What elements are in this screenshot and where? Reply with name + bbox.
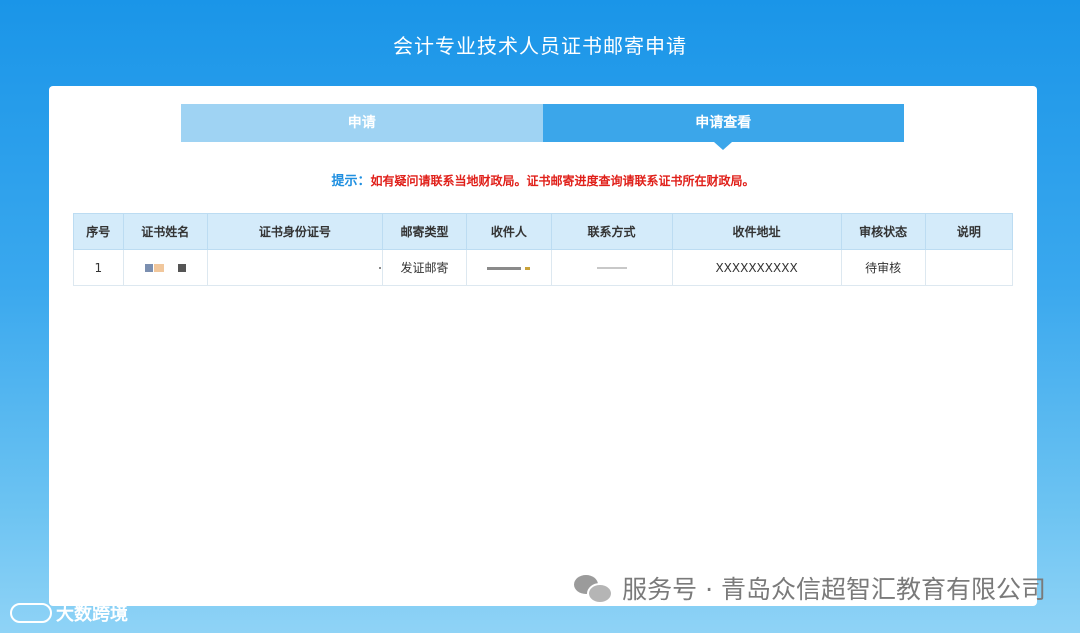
- table-row[interactable]: 1 发证邮寄 XXXXXXXXXX 待审核: [73, 249, 1014, 286]
- corner-logo-text: 大数跨境: [56, 604, 128, 625]
- redacted-mark: [144, 264, 153, 272]
- active-tab-caret-icon: [714, 142, 733, 150]
- notice-label: 提示：: [331, 174, 371, 189]
- table-header-row: 序号 证书姓名 证书身份证号 邮寄类型 收件人 联系方式 收件地址 审核状态 说…: [73, 213, 1014, 250]
- col-header-mail-type: 邮寄类型: [381, 213, 468, 250]
- notice: 提示：如有疑问请联系当地财政局。证书邮寄进度查询请联系证书所在财政局。: [49, 170, 1037, 189]
- tab-bar: 申请 申请查看: [181, 104, 904, 150]
- col-header-note: 说明: [924, 213, 1014, 250]
- cell-seq: 1: [73, 249, 124, 286]
- col-header-seq: 序号: [73, 213, 124, 250]
- col-header-contact: 联系方式: [550, 213, 673, 250]
- cell-mail-type: 发证邮寄: [381, 249, 468, 286]
- cell-address: XXXXXXXXXX: [671, 249, 842, 286]
- main-panel: 申请 申请查看 提示：如有疑问请联系当地财政局。证书邮寄进度查询请联系证书所在财…: [49, 86, 1037, 606]
- watermark-text: 服务号 · 青岛众信超智汇教育有限公司: [622, 575, 1046, 604]
- col-header-address: 收件地址: [671, 213, 842, 250]
- notice-text: 如有疑问请联系当地财政局。证书邮寄进度查询请联系证书所在财政局。: [370, 174, 755, 188]
- tab-apply-view[interactable]: 申请查看: [542, 104, 904, 150]
- col-header-id-number: 证书身份证号: [206, 213, 383, 250]
- cell-recipient: [466, 249, 552, 286]
- col-header-recipient: 收件人: [466, 213, 552, 250]
- redacted-mark: [487, 266, 522, 270]
- cell-status: 待审核: [840, 249, 926, 286]
- col-header-name: 证书姓名: [122, 213, 208, 250]
- page-title: 会计专业技术人员证书邮寄申请: [393, 34, 687, 58]
- cell-name: [122, 249, 208, 286]
- application-table: 序号 证书姓名 证书身份证号 邮寄类型 收件人 联系方式 收件地址 审核状态 说…: [73, 213, 1014, 286]
- redacted-mark: [177, 264, 186, 272]
- col-header-status: 审核状态: [840, 213, 926, 250]
- redacted-mark: [378, 267, 381, 269]
- cell-note: [924, 249, 1014, 286]
- wechat-icon: [574, 573, 614, 604]
- corner-logo: 大数跨境: [10, 600, 128, 626]
- tab-apply-view-label: 申请查看: [695, 115, 752, 131]
- redacted-mark: [153, 264, 164, 272]
- cell-contact: [550, 249, 673, 286]
- redacted-mark: [596, 267, 627, 269]
- cell-id-number: [206, 249, 383, 286]
- watermark: 服务号 · 青岛众信超智汇教育有限公司: [574, 570, 1046, 606]
- redacted-mark: [525, 266, 531, 270]
- tab-apply[interactable]: 申请: [181, 104, 543, 142]
- logo-icon: [10, 603, 52, 623]
